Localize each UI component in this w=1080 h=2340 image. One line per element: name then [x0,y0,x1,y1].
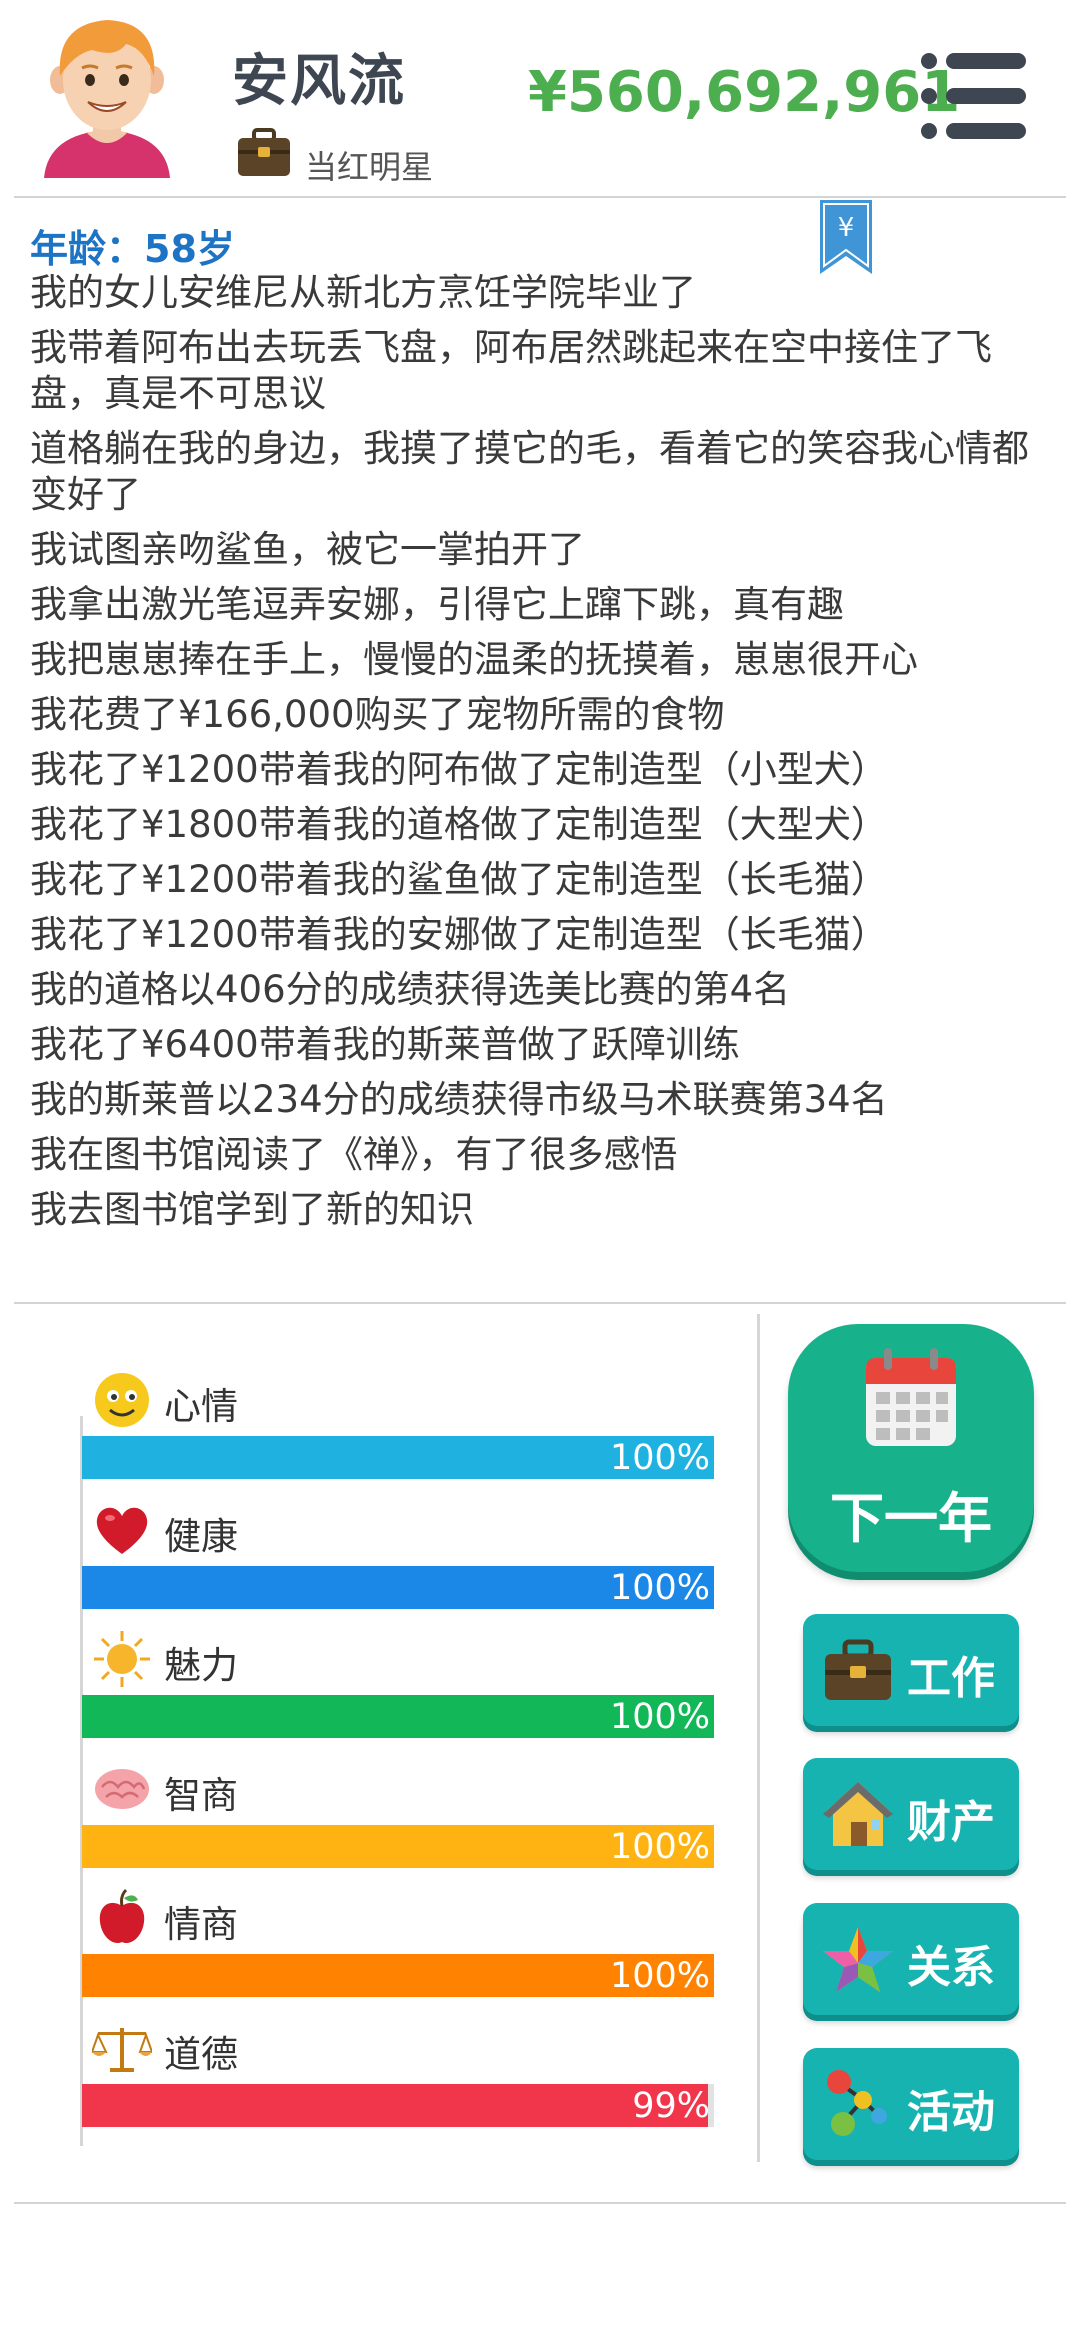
log-entry: 我把崽崽捧在手上，慢慢的温柔的抚摸着，崽崽很开心 [30,638,918,681]
star-icon [823,1927,893,1992]
svg-text:¥: ¥ [838,213,855,243]
work-label: 工作 [907,1653,995,1704]
briefcase-icon [825,1639,891,1700]
stat-row: 智商 100% [82,1759,714,1879]
stat-row: 情商 100% [82,1888,714,2008]
stat-percent: 99% [632,2085,710,2126]
stat-percent: 100% [609,1567,710,1608]
stat-percent: 100% [609,1956,710,1996]
stat-row: 健康 100% [82,1500,714,1620]
property-label: 财产 [907,1797,995,1848]
stat-percent: 100% [609,1438,710,1478]
player-name: 安风流 [232,49,406,114]
log-entry: 道格躺在我的身边，我摸了摸它的毛，看着它的笑容我心情都变好了 [30,427,1029,516]
log-entry: 我的女儿安维尼从新北方烹饪学院毕业了 [30,271,696,314]
log-entry: 我花了¥1800带着我的道格做了定制造型（大型犬） [30,803,888,846]
stat-bar-track: 100% [82,1565,714,1609]
stat-bar-track: 99% [82,2083,714,2127]
brain-icon [92,1759,152,1819]
log-entry: 我花了¥1200带着我的安娜做了定制造型（长毛猫） [30,913,888,956]
log-entry: 我去图书馆学到了新的知识 [30,1188,474,1231]
log-entry: 我花了¥6400带着我的斯莱普做了跃障训练 [30,1023,740,1066]
menu-icon[interactable] [920,52,1028,140]
stat-bar-track: 100% [82,1954,714,1997]
molecule-icon [827,2070,887,2136]
stat-percent: 100% [609,1697,710,1737]
briefcase-icon [238,128,290,176]
sun-icon [92,1629,152,1689]
stat-row: 心情 100% [82,1370,714,1490]
heart-icon [92,1500,152,1560]
money-balance: ¥560,692,961 [528,60,961,125]
activities-button[interactable]: 活动 [803,2048,1019,2160]
stat-percent: 100% [609,1826,710,1867]
log-entry: 我的道格以406分的成绩获得选美比赛的第4名 [30,968,791,1011]
avatar[interactable] [36,14,178,178]
player-job: 当红明星 [305,148,434,186]
header-divider [14,196,1066,198]
log-entry: 我花了¥1200带着我的阿布做了定制造型（小型犬） [30,748,888,791]
stat-bar-track: 100% [82,1824,714,1868]
stat-label: 道德 [164,2032,238,2076]
log-entry: 我花费了¥166,000购买了宠物所需的食物 [30,693,725,736]
log-divider [14,1302,1066,1304]
header: 安风流 当红明星 ¥560,692,961 [0,0,1080,196]
age-label: 年龄：58岁 [30,227,235,271]
property-button[interactable]: 财产 [803,1758,1019,1870]
relations-button[interactable]: 关系 [803,1903,1019,2015]
stat-label: 魅力 [164,1644,238,1687]
stat-label: 情商 [164,1903,238,1946]
stat-row: 道德 99% [82,2018,714,2138]
log-entry: 我拿出激光笔逗弄安娜，引得它上蹿下跳，真有趣 [30,583,844,626]
smiley-icon [92,1370,152,1430]
log-entry: 我带着阿布出去玩丢飞盘，阿布居然跳起来在空中接住了飞盘，真是不可思议 [30,326,992,415]
event-log: 我的女儿安维尼从新北方烹饪学院毕业了我带着阿布出去玩丢飞盘，阿布居然跳起来在空中… [30,270,1040,1242]
yuan-bookmark-icon[interactable]: ¥ [818,200,874,276]
stat-bar-fill [82,2083,708,2127]
stat-bar-track: 100% [82,1695,714,1738]
house-icon [823,1782,893,1846]
work-button[interactable]: 工作 [803,1614,1019,1726]
scales-icon [90,2018,154,2078]
log-entry: 我的斯莱普以234分的成绩获得市级马术联赛第34名 [30,1078,888,1121]
calendar-icon [866,1348,956,1446]
log-entry: 我试图亲吻鲨鱼，被它一掌拍开了 [30,528,585,571]
footer-divider [14,2202,1066,2204]
log-entry: 我花了¥1200带着我的鲨鱼做了定制造型（长毛猫） [30,858,888,901]
stat-label: 智商 [164,1773,238,1817]
panel-separator [757,1314,760,2162]
next-year-label: 下一年 [830,1487,992,1550]
apple-icon [92,1888,152,1948]
stat-label: 健康 [164,1514,238,1558]
stat-label: 心情 [164,1385,238,1428]
relations-label: 关系 [907,1942,995,1993]
log-entry: 我在图书馆阅读了《禅》，有了很多感悟 [30,1133,678,1176]
stat-row: 魅力 100% [82,1629,714,1749]
stat-bar-track: 100% [82,1436,714,1479]
next-year-button[interactable]: 下一年 [788,1324,1034,1572]
activities-label: 活动 [907,2087,995,2138]
